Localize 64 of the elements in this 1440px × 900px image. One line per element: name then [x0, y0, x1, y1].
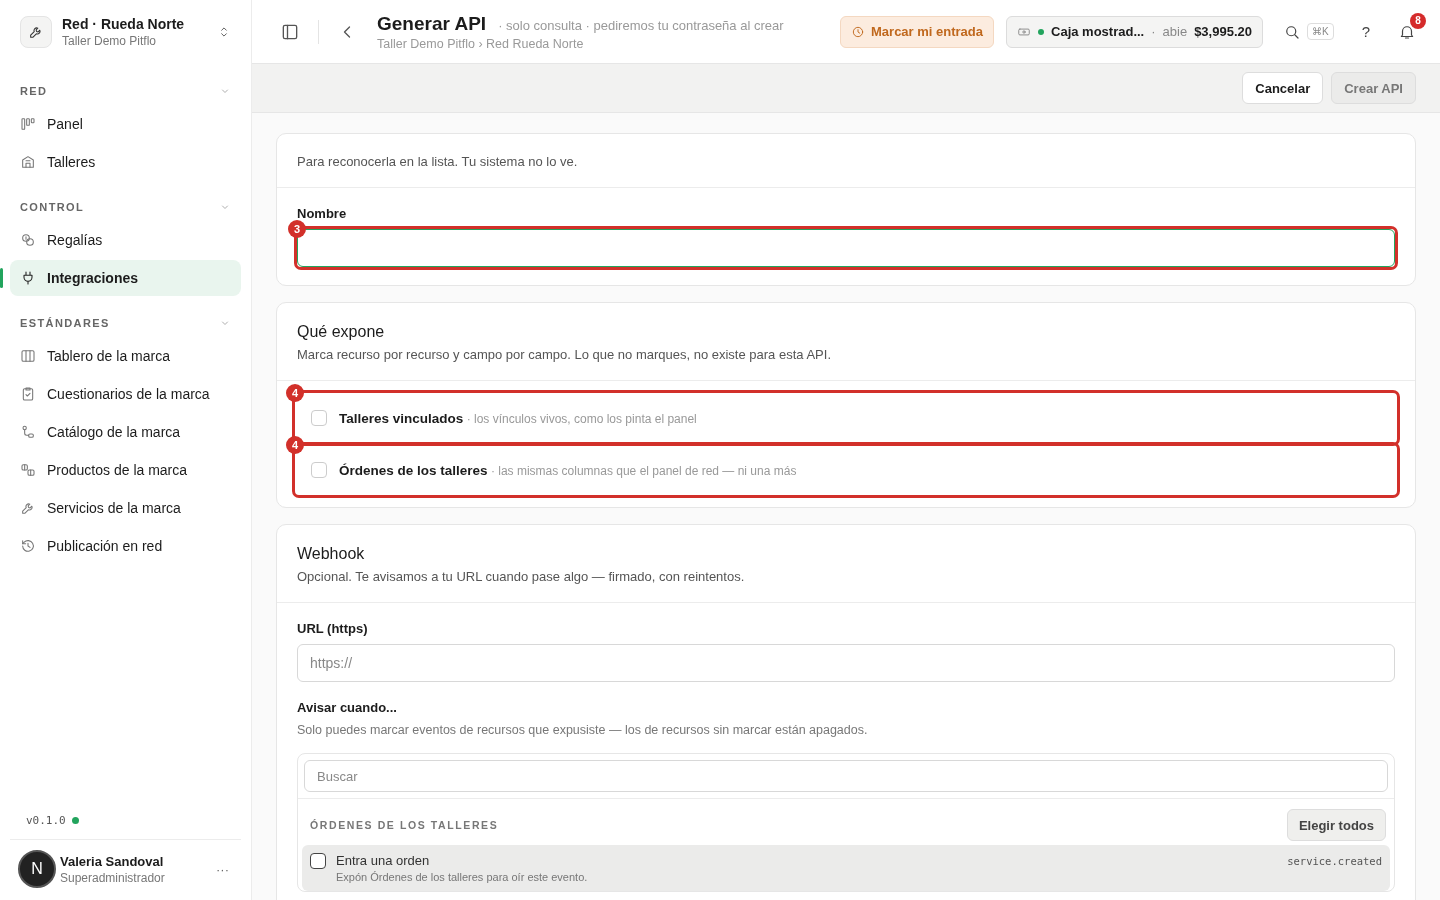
field-label: Avisar cuando...	[297, 700, 398, 715]
register-amount: $3,995.20	[1194, 24, 1252, 39]
register-name: Caja mostrad...	[1051, 24, 1145, 39]
annotation-badge: 4	[286, 436, 304, 454]
board-icon	[20, 116, 36, 132]
sidebar-item[interactable]: Publicación en red	[10, 528, 241, 564]
register-status: abie	[1162, 24, 1188, 39]
option-label: Órdenes de los talleres · las mismas columnas que el panel de red — ni una más	[339, 462, 797, 478]
separator: ·	[1151, 24, 1156, 39]
sidebar-item[interactable]: Productos de la marca	[10, 452, 241, 488]
more-button[interactable]: ···	[212, 857, 233, 881]
sidebar-item[interactable]: Talleres	[10, 144, 241, 180]
plug-icon	[20, 270, 36, 286]
field-label: Nombre	[297, 206, 348, 221]
card-title: Qué expone	[297, 323, 386, 341]
user-name: Valeria Sandoval	[60, 853, 165, 869]
select-all-button[interactable]: Elegir todos	[1286, 809, 1386, 841]
history-icon	[20, 538, 36, 554]
card-description: Opcional. Te avisamos a tu URL cuando pase algo — firmado, con reintentos.	[297, 569, 746, 584]
group-label: ÓRDENES DE LOS TALLERES	[310, 819, 499, 831]
sidebar-item[interactable]: Regalías	[10, 222, 241, 258]
field-hint: Solo puedes marcar eventos de recursos que expusiste — los de recursos sin marcar están apagados.	[297, 723, 869, 737]
boxes-icon	[20, 462, 36, 478]
workspace-subtitle: Taller Demo Pitflo	[62, 34, 158, 48]
event-title: Entra una orden	[336, 853, 431, 868]
building-icon	[20, 154, 36, 170]
page-title: Generar API	[377, 12, 487, 35]
sidebar-item[interactable]: Panel	[10, 106, 241, 142]
event-description: Expón Órdenes de los talleres para oír este evento.	[336, 871, 589, 883]
notification-badge: 8	[1410, 12, 1426, 29]
url-field[interactable]: https://	[297, 644, 1395, 682]
columns-icon	[20, 348, 36, 364]
sidebar-item[interactable]: Catálogo de la marca	[10, 414, 241, 450]
card-description: Marca recurso por recurso y campo por campo. Lo que no marques, no existe para esta API.	[297, 347, 832, 362]
route-icon	[20, 424, 36, 440]
card-title: Webhook	[297, 545, 366, 563]
card-description: Para reconocerla en la lista. Tu sistema no lo ve.	[297, 154, 579, 169]
annotation-badge: 4	[286, 384, 304, 402]
section-label: CONTROL	[20, 201, 85, 213]
section-label: ESTÁNDARES	[20, 317, 110, 329]
annotation-badge: 3	[288, 220, 306, 238]
event-code: service.created	[1287, 855, 1382, 867]
user-role: Superadministrador	[60, 870, 166, 885]
sidebar-item[interactable]: Cuestionarios de la marca	[10, 376, 241, 412]
sidebar-item[interactable]: Servicios de la marca	[10, 490, 241, 526]
option-label: Talleres vinculados · los vínculos vivos, como los pinta el panel	[339, 410, 697, 426]
help-button[interactable]: ?	[1361, 23, 1370, 40]
wrench-icon	[20, 16, 52, 48]
sidebar-item[interactable]: Tablero de la marca	[10, 338, 241, 374]
search-field[interactable]: Buscar	[304, 760, 1388, 792]
page-subtitle: · solo consulta · pediremos tu contraseña al crear	[498, 17, 784, 33]
field-label: URL (https)	[297, 621, 369, 636]
version-label: v0.1.0	[26, 814, 66, 827]
avatar: N	[18, 850, 56, 888]
wrench-icon	[20, 500, 36, 516]
cancel-button[interactable]: Cancelar	[1242, 72, 1324, 104]
shortcut-key: ⌘K	[1307, 23, 1334, 40]
clock-icon	[851, 24, 865, 39]
clock-in-button[interactable]: Marcar mi entrada	[840, 15, 994, 48]
workspace-name: Red · Rueda Norte	[62, 16, 186, 32]
section-label: RED	[20, 85, 48, 97]
cash-register-pill[interactable]: Caja mostrad... · abie $3,995.20	[1006, 15, 1263, 48]
clipboard-icon	[20, 386, 36, 402]
coins-icon	[20, 232, 36, 248]
